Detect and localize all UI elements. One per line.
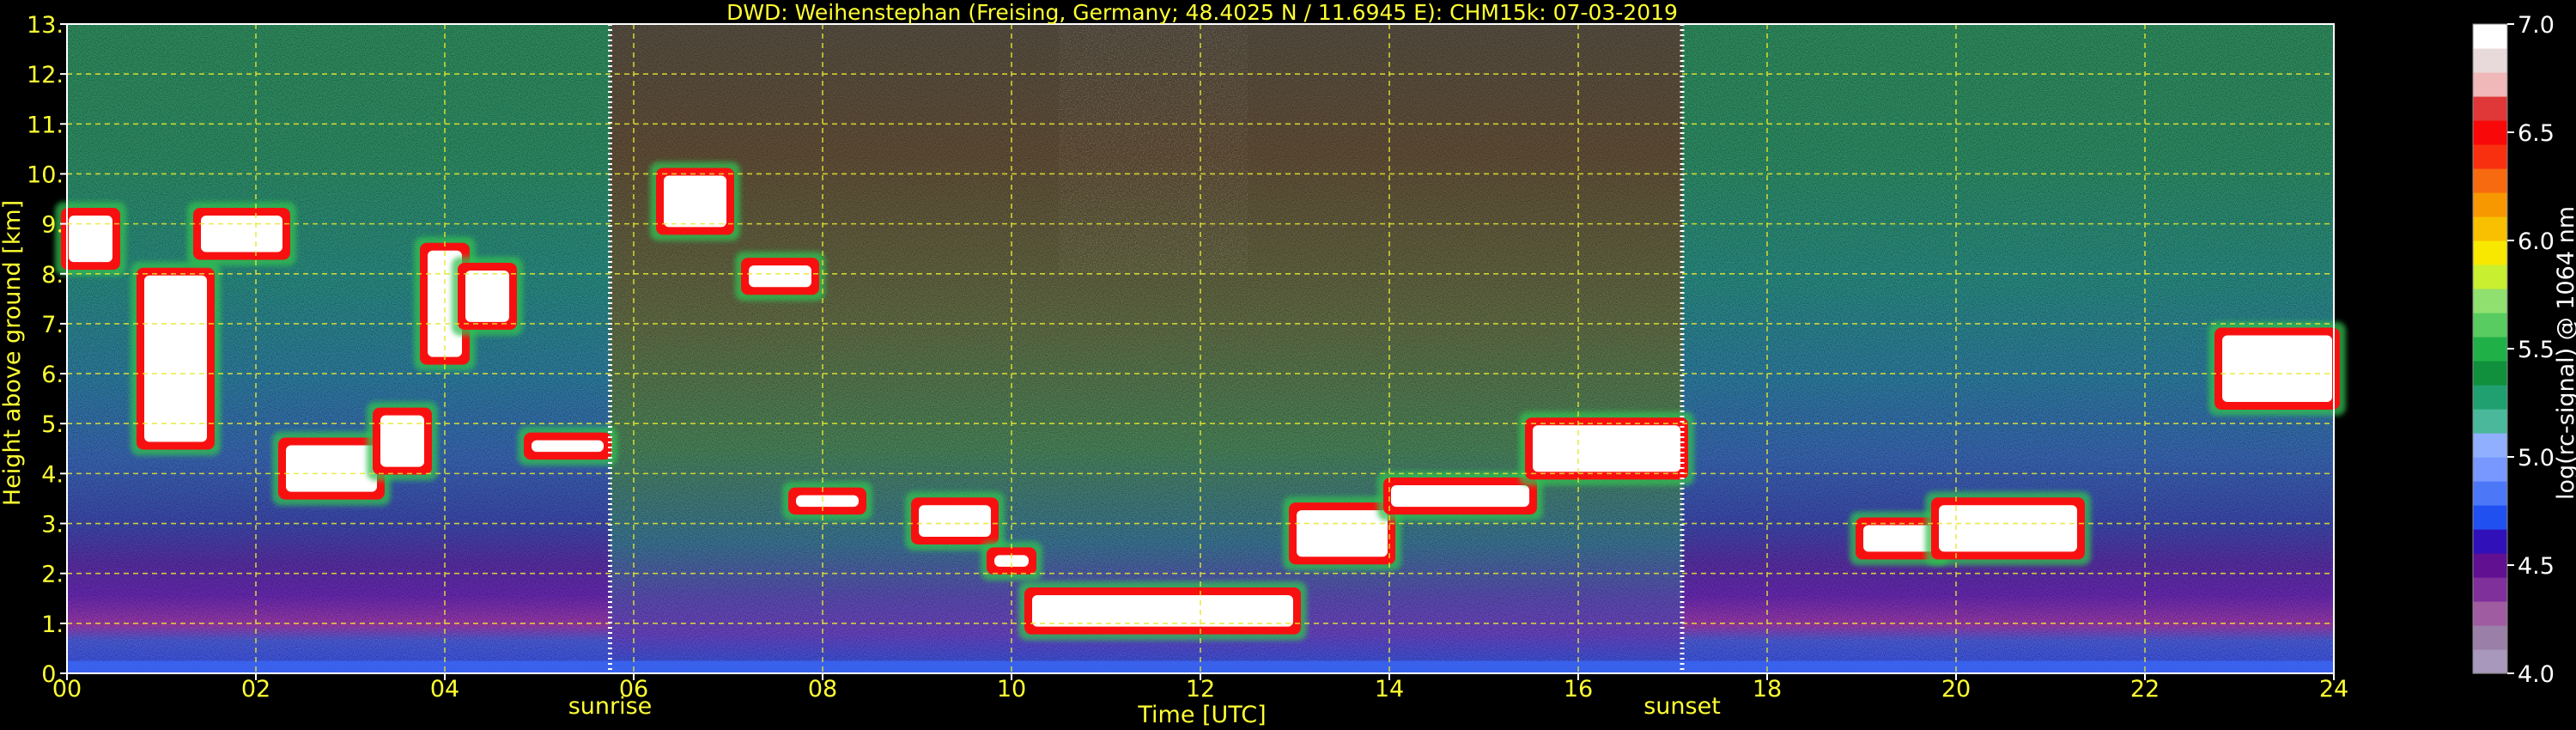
colorbar-segment <box>2473 96 2507 121</box>
colorbar-segment <box>2473 337 2507 362</box>
y-tick-label: 5. <box>41 411 64 438</box>
y-axis-label: Height above ground [km] <box>0 200 26 506</box>
x-axis-label: Time [UTC] <box>1137 702 1266 728</box>
colorbar-segment <box>2473 625 2507 650</box>
y-tick-label: 11. <box>27 112 64 138</box>
cloud-core-white <box>1533 425 1680 472</box>
colorbar-segment <box>2473 649 2507 674</box>
x-tick-label: 04 <box>430 676 459 703</box>
y-tick-label: 12. <box>27 62 64 88</box>
cloud-layer <box>1519 411 1694 486</box>
colorbar-segment <box>2473 265 2507 289</box>
colorbar-segment <box>2473 385 2507 410</box>
colorbar-segment <box>2473 144 2507 169</box>
x-tick-label: 12 <box>1186 676 1215 703</box>
cloud-core-white <box>664 175 726 228</box>
colorbar-segment <box>2473 48 2507 73</box>
colorbar-tick-label: 5.5 <box>2518 337 2555 363</box>
x-tick-label: 18 <box>1753 676 1782 703</box>
cloud-layer <box>187 201 296 266</box>
colorbar-tick-label: 5.0 <box>2518 445 2555 471</box>
x-tick-label: 10 <box>997 676 1026 703</box>
colorbar-tick-label: 6.5 <box>2518 120 2555 147</box>
colorbar-segment <box>2473 361 2507 386</box>
y-tick-label: 1. <box>41 611 64 638</box>
colorbar-segment <box>2473 240 2507 265</box>
y-tick-label: 6. <box>41 362 64 388</box>
cloud-core-white <box>286 445 377 492</box>
x-tick-label: 24 <box>2319 676 2348 703</box>
cloud-core-white <box>2222 335 2332 402</box>
colorbar-segment <box>2473 313 2507 338</box>
colorbar-tick-label: 7.0 <box>2518 12 2555 39</box>
y-tick-label: 13. <box>27 12 64 39</box>
x-tick-label: 06 <box>619 676 648 703</box>
colorbar-segment <box>2473 72 2507 97</box>
cloud-layer <box>735 252 825 301</box>
colorbar-segment <box>2473 505 2507 530</box>
cloud-layer <box>1925 491 2091 566</box>
chart-title: DWD: Weihenstephan (Freising, Germany; 4… <box>726 0 1678 25</box>
colorbar-tick-label: 6.0 <box>2518 228 2555 255</box>
colorbar-segment <box>2473 409 2507 434</box>
cloud-layer <box>1377 471 1543 521</box>
cloud-layer <box>55 201 126 277</box>
cloud-core-white <box>1863 525 1935 552</box>
colorbar-tick-label: 4.5 <box>2518 553 2555 580</box>
colorbar-segment <box>2473 601 2507 626</box>
cloud-core-white <box>749 265 811 288</box>
cloud-layer <box>367 401 438 481</box>
cloud-layer <box>131 261 221 456</box>
colorbar-segment <box>2473 457 2507 482</box>
cloud-layer <box>518 426 617 466</box>
colorbar-label: log(rc-signal) @ 1064 nm <box>2553 206 2576 500</box>
colorbar-segment <box>2473 168 2507 193</box>
cloud-core-white <box>1297 510 1388 557</box>
colorbar-segment <box>2473 433 2507 458</box>
cloud-layer <box>2208 321 2346 416</box>
cloud-core-white <box>201 215 283 252</box>
y-tick-label: 0. <box>41 661 64 688</box>
x-tick-label: 20 <box>1941 676 1971 703</box>
x-tick-label: 14 <box>1375 676 1404 703</box>
cloud-layer <box>1018 581 1307 641</box>
cloud-core-white <box>919 505 991 537</box>
x-tick-label: 16 <box>1564 676 1593 703</box>
cloud-core-white <box>465 270 509 322</box>
event-label: sunset <box>1643 693 1721 720</box>
colorbar-tick-label: 4.0 <box>2518 661 2555 688</box>
cloud-core-white <box>69 215 112 263</box>
cloud-core-white <box>1391 485 1529 508</box>
colorbar-segment <box>2473 481 2507 506</box>
cloud-core-white <box>1032 594 1293 627</box>
cloud-core-white <box>1939 505 2077 552</box>
noon-noise-overlay <box>1059 24 1248 274</box>
x-tick-label: 08 <box>808 676 837 703</box>
y-tick-label: 8. <box>41 262 64 289</box>
colorbar-segment <box>2473 216 2507 241</box>
cloud-core-white <box>532 440 604 453</box>
colorbar-segment <box>2473 553 2507 578</box>
x-tick-label: 02 <box>241 676 270 703</box>
cloud-layer <box>782 481 872 521</box>
colorbar-segment <box>2473 529 2507 554</box>
y-tick-label: 3. <box>41 512 64 538</box>
y-tick-label: 2. <box>41 562 64 588</box>
colorbar-segment <box>2473 577 2507 602</box>
colorbar-segment <box>2473 192 2507 217</box>
y-tick-label: 4. <box>41 461 64 488</box>
colorbar-segment <box>2473 120 2507 145</box>
y-tick-label: 9. <box>41 212 64 239</box>
y-tick-label: 7. <box>41 312 64 338</box>
colorbar-segment <box>2473 24 2507 49</box>
colorbar-segment <box>2473 289 2507 313</box>
cloud-core-white <box>796 495 859 508</box>
ceilometer-figure: sunrise sunset 00 02 04 06 08 10 12 14 16 18 20 22 24… <box>0 0 2576 728</box>
x-tick-label: 22 <box>2130 676 2160 703</box>
y-tick-label: 10. <box>27 161 64 188</box>
cloud-core-white <box>144 275 207 442</box>
